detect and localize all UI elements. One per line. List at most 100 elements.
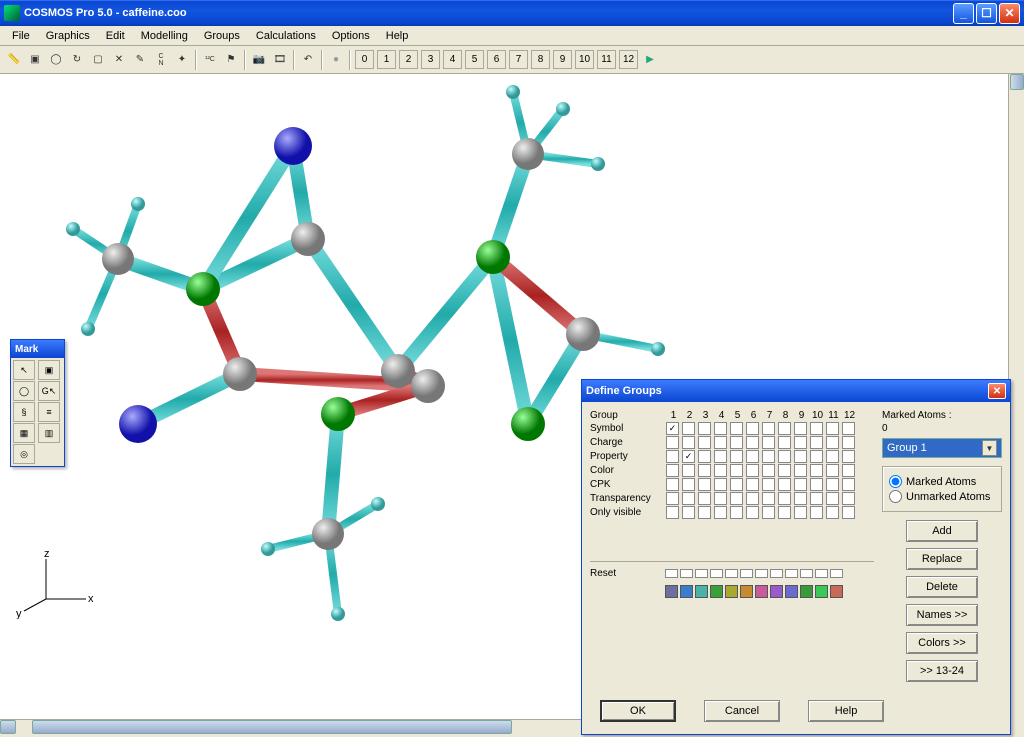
colors-button[interactable]: Colors >>: [906, 632, 978, 654]
color-swatch-10[interactable]: [800, 585, 813, 598]
film-icon[interactable]: 🎞: [270, 50, 290, 70]
checkbox-cpk-6[interactable]: [746, 478, 759, 491]
mark-circle-icon[interactable]: ◯: [13, 381, 35, 401]
group-button-2[interactable]: 2: [399, 50, 418, 69]
checkbox-cpk-2[interactable]: [682, 478, 695, 491]
reset-switch-3[interactable]: [695, 569, 708, 578]
ok-button[interactable]: OK: [600, 700, 676, 722]
checkbox-charge-11[interactable]: [826, 436, 839, 449]
reset-switch-5[interactable]: [725, 569, 738, 578]
checkbox-color-8[interactable]: [778, 464, 791, 477]
checkbox-transparency-3[interactable]: [698, 492, 711, 505]
dialog-close-button[interactable]: ✕: [988, 383, 1006, 399]
sphere-icon[interactable]: ●: [326, 50, 346, 70]
ruler-icon[interactable]: 📏: [4, 50, 24, 70]
group-button-7[interactable]: 7: [509, 50, 528, 69]
checkbox-charge-2[interactable]: [682, 436, 695, 449]
reset-switch-8[interactable]: [770, 569, 783, 578]
add-button[interactable]: Add: [906, 520, 978, 542]
select-icon[interactable]: ▣: [25, 50, 45, 70]
checkbox-charge-6[interactable]: [746, 436, 759, 449]
group-button-3[interactable]: 3: [421, 50, 440, 69]
checkbox-property-1[interactable]: [666, 450, 679, 463]
color-swatch-1[interactable]: [665, 585, 678, 598]
checkbox-color-4[interactable]: [714, 464, 727, 477]
checkbox-charge-1[interactable]: [666, 436, 679, 449]
checkbox-symbol-12[interactable]: [842, 422, 855, 435]
checkbox-property-4[interactable]: [714, 450, 727, 463]
checkbox-onlyvisible-6[interactable]: [746, 506, 759, 519]
play-icon[interactable]: ▶: [640, 50, 660, 70]
group-button-1[interactable]: 1: [377, 50, 396, 69]
reset-switch-4[interactable]: [710, 569, 723, 578]
checkbox-transparency-12[interactable]: [842, 492, 855, 505]
checkbox-onlyvisible-7[interactable]: [762, 506, 775, 519]
checkbox-transparency-5[interactable]: [730, 492, 743, 505]
checkbox-cpk-11[interactable]: [826, 478, 839, 491]
reset-switch-1[interactable]: [665, 569, 678, 578]
dialog-titlebar[interactable]: Define Groups ✕: [582, 380, 1010, 402]
checkbox-property-3[interactable]: [698, 450, 711, 463]
checkbox-symbol-9[interactable]: [794, 422, 807, 435]
checkbox-transparency-1[interactable]: [666, 492, 679, 505]
reset-switch-6[interactable]: [740, 569, 753, 578]
checkbox-cpk-12[interactable]: [842, 478, 855, 491]
checkbox-color-9[interactable]: [794, 464, 807, 477]
undo-icon[interactable]: ↶: [298, 50, 318, 70]
checkbox-property-11[interactable]: [826, 450, 839, 463]
checkbox-property-9[interactable]: [794, 450, 807, 463]
checkbox-cpk-7[interactable]: [762, 478, 775, 491]
checkbox-symbol-8[interactable]: [778, 422, 791, 435]
group-button-4[interactable]: 4: [443, 50, 462, 69]
delete-button[interactable]: Delete: [906, 576, 978, 598]
checkbox-symbol-11[interactable]: [826, 422, 839, 435]
circle-icon[interactable]: ◯: [46, 50, 66, 70]
checkbox-symbol-3[interactable]: [698, 422, 711, 435]
checkbox-onlyvisible-9[interactable]: [794, 506, 807, 519]
checkbox-cpk-4[interactable]: [714, 478, 727, 491]
checkbox-cpk-9[interactable]: [794, 478, 807, 491]
color-swatch-6[interactable]: [740, 585, 753, 598]
replace-button[interactable]: Replace: [906, 548, 978, 570]
group-button-6[interactable]: 6: [487, 50, 506, 69]
color-swatch-7[interactable]: [755, 585, 768, 598]
checkbox-property-8[interactable]: [778, 450, 791, 463]
checkbox-charge-9[interactable]: [794, 436, 807, 449]
sparkle-icon[interactable]: ✦: [172, 50, 192, 70]
menu-groups[interactable]: Groups: [196, 28, 248, 44]
square-icon[interactable]: ▢: [88, 50, 108, 70]
minimize-button[interactable]: _: [953, 3, 974, 24]
cancel-button[interactable]: Cancel: [704, 700, 780, 722]
checkbox-charge-5[interactable]: [730, 436, 743, 449]
reset-switch-2[interactable]: [680, 569, 693, 578]
mark-select-icon[interactable]: ▣: [38, 360, 60, 380]
checkbox-onlyvisible-12[interactable]: [842, 506, 855, 519]
color-swatch-8[interactable]: [770, 585, 783, 598]
checkbox-color-6[interactable]: [746, 464, 759, 477]
range-button[interactable]: >> 13-24: [906, 660, 978, 682]
color-swatch-2[interactable]: [680, 585, 693, 598]
mark-palette-window[interactable]: Mark ↖ ▣ ◯ G↖ § ≡ ▦ ▥ ◎: [10, 339, 65, 467]
checkbox-onlyvisible-5[interactable]: [730, 506, 743, 519]
checkbox-transparency-8[interactable]: [778, 492, 791, 505]
group-button-10[interactable]: 10: [575, 50, 594, 69]
radio-unmarked[interactable]: Unmarked Atoms: [889, 490, 995, 503]
checkbox-charge-3[interactable]: [698, 436, 711, 449]
mark-grid-icon[interactable]: ▦: [13, 423, 35, 443]
group-button-5[interactable]: 5: [465, 50, 484, 69]
checkbox-charge-4[interactable]: [714, 436, 727, 449]
checkbox-charge-12[interactable]: [842, 436, 855, 449]
checkbox-transparency-4[interactable]: [714, 492, 727, 505]
group-button-0[interactable]: 0: [355, 50, 374, 69]
checkbox-transparency-9[interactable]: [794, 492, 807, 505]
color-swatch-12[interactable]: [830, 585, 843, 598]
checkbox-cpk-1[interactable]: [666, 478, 679, 491]
menu-modelling[interactable]: Modelling: [133, 28, 196, 44]
checkbox-color-10[interactable]: [810, 464, 823, 477]
checkbox-onlyvisible-4[interactable]: [714, 506, 727, 519]
checkbox-transparency-11[interactable]: [826, 492, 839, 505]
radio-marked[interactable]: Marked Atoms: [889, 475, 995, 488]
checkbox-cpk-3[interactable]: [698, 478, 711, 491]
color-swatch-3[interactable]: [695, 585, 708, 598]
group-button-11[interactable]: 11: [597, 50, 616, 69]
